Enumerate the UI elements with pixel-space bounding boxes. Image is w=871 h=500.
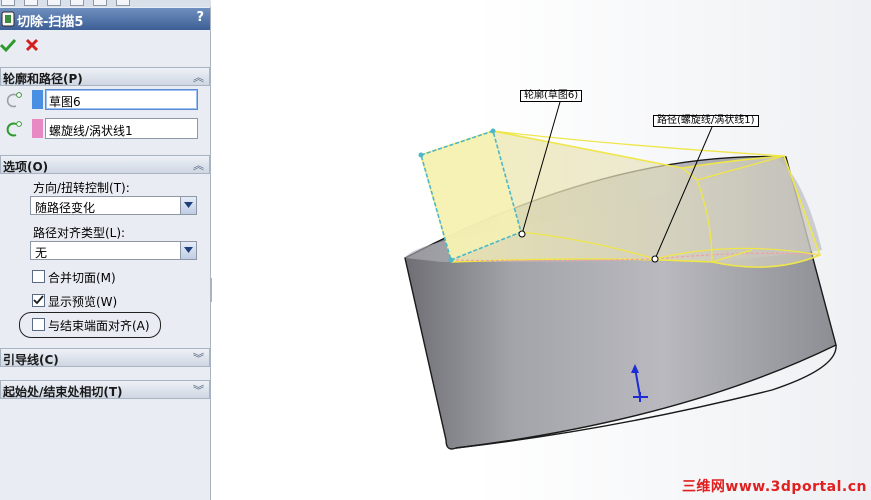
section-title: 引导线(C)	[3, 353, 59, 367]
section-title: 轮廓和路径(P)	[3, 72, 83, 86]
profile-icon	[6, 92, 22, 108]
align-end-faces-checkbox[interactable]	[32, 318, 45, 331]
profile-color-swatch	[32, 90, 43, 109]
property-manager: 切除-扫描5 ? 轮廓和路径(P) ︽ 草图6 螺旋线/涡状线1 选项(O) ︽…	[0, 0, 211, 500]
path-callout[interactable]: 路径(螺旋线/涡状线1)	[653, 115, 759, 127]
tab-appearance[interactable]	[116, 0, 130, 6]
sweep-cut-icon	[1, 11, 15, 27]
profile-anchor-dot	[518, 230, 526, 238]
sketch-vertex	[490, 128, 496, 134]
profile-path-section-header[interactable]: 轮廓和路径(P) ︽	[0, 67, 210, 86]
path-selection-value: 螺旋线/涡状线1	[49, 124, 133, 138]
profile-selection-value: 草图6	[49, 95, 81, 109]
path-color-swatch	[32, 119, 43, 138]
show-preview-label: 显示预览(W)	[48, 295, 118, 309]
expand-chevron-icon[interactable]: ︾	[193, 350, 204, 366]
manager-tabs	[0, 0, 211, 7]
tab-display-manager[interactable]	[93, 0, 107, 6]
ok-button[interactable]	[0, 37, 16, 53]
checkmark-icon	[33, 295, 44, 305]
alignment-type-label: 路径对齐类型(L):	[33, 226, 126, 240]
cancel-button[interactable]	[24, 37, 40, 53]
path-icon	[6, 121, 22, 137]
tab-dimxpert[interactable]	[70, 0, 84, 6]
section-title: 起始处/结束处相切(T)	[3, 385, 123, 399]
tangency-section-header[interactable]: 起始处/结束处相切(T) ︾	[0, 380, 210, 399]
sketch-vertex	[418, 152, 424, 158]
merge-faces-label: 合并切面(M)	[48, 271, 116, 285]
path-selection-box[interactable]: 螺旋线/涡状线1	[45, 118, 198, 139]
tab-configuration-manager[interactable]	[47, 0, 61, 6]
orientation-value: 随路径变化	[35, 201, 96, 215]
orientation-label: 方向/扭转控制(T):	[33, 181, 130, 195]
profile-callout[interactable]: 轮廓(草图6)	[520, 90, 583, 102]
graphics-viewport[interactable]: 轮廓(草图6) 路径(螺旋线/涡状线1) 三维网www.3dportal.cn	[212, 0, 871, 500]
tab-feature-manager[interactable]	[1, 0, 15, 6]
path-anchor-dot	[651, 255, 659, 263]
dropdown-arrow-icon[interactable]	[180, 242, 196, 259]
feature-title: 切除-扫描5	[17, 15, 84, 30]
alignment-type-select[interactable]: 无	[30, 241, 197, 260]
guide-curves-section-header[interactable]: 引导线(C) ︾	[0, 348, 210, 367]
show-preview-checkbox[interactable]	[32, 294, 45, 307]
align-end-faces-label: 与结束端面对齐(A)	[48, 319, 150, 333]
sketch-vertex	[448, 257, 454, 263]
section-title: 选项(O)	[3, 160, 49, 174]
orientation-select[interactable]: 随路径变化	[30, 196, 197, 215]
merge-faces-checkbox[interactable]	[32, 270, 45, 283]
feature-title-bar: 切除-扫描5 ?	[0, 8, 210, 30]
profile-selection-box[interactable]: 草图6	[45, 89, 198, 110]
help-icon[interactable]: ?	[196, 10, 204, 25]
options-section-header[interactable]: 选项(O) ︽	[0, 155, 210, 174]
watermark-text: 三维网www.3dportal.cn	[681, 479, 867, 495]
expand-chevron-icon[interactable]: ︾	[193, 382, 204, 398]
tab-property-manager[interactable]	[24, 0, 38, 6]
model-scene	[404, 101, 837, 450]
alignment-type-value: 无	[35, 246, 48, 260]
collapse-chevron-icon[interactable]: ︽	[193, 69, 204, 85]
dropdown-arrow-icon[interactable]	[180, 197, 196, 214]
collapse-chevron-icon[interactable]: ︽	[193, 157, 204, 173]
